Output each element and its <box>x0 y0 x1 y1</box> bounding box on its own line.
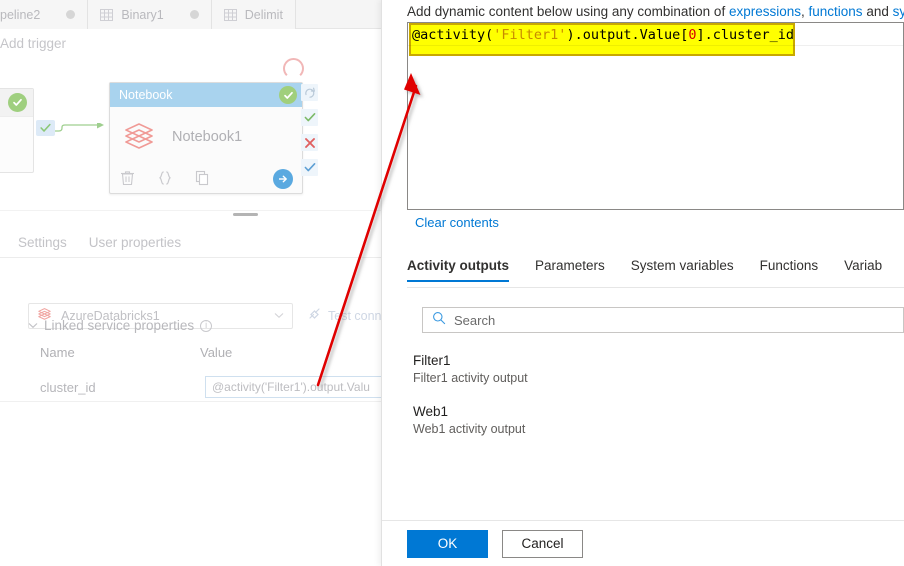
cancel-button[interactable]: Cancel <box>502 529 583 558</box>
tab-user-properties[interactable]: User properties <box>89 235 181 250</box>
upstream-activity-card[interactable] <box>0 88 34 173</box>
on-completion-icon[interactable] <box>301 159 318 176</box>
tab-settings[interactable]: Settings <box>18 235 67 250</box>
tab-parameters[interactable]: Parameters <box>535 258 605 281</box>
activity-output-description: Filter1 activity output <box>413 371 528 386</box>
notebook-activity-name: Notebook1 <box>172 129 243 145</box>
editor-tab-strip: peline2 Binary1 Delimit <box>0 0 400 29</box>
editor-tab-pipeline2[interactable]: peline2 <box>0 0 89 29</box>
table-icon <box>100 8 114 21</box>
activity-outputs-list: Filter1 Filter1 activity output Web1 Web… <box>413 352 893 454</box>
linked-service-properties-table-header: Name Value <box>0 345 400 369</box>
notebook-activity-header: Notebook <box>110 83 302 107</box>
on-success-icon[interactable] <box>301 109 318 126</box>
on-failure-icon[interactable] <box>301 134 318 151</box>
dynamic-content-tabs: Activity outputs Parameters System varia… <box>407 258 904 288</box>
chevron-down-icon[interactable] <box>28 320 38 332</box>
editor-tab-label: Binary1 <box>121 7 164 22</box>
tab-variables[interactable]: Variab <box>844 258 882 281</box>
ok-button[interactable]: OK <box>407 529 488 558</box>
test-connection-label: Test conn <box>328 309 382 323</box>
editor-tab-label: Delimit <box>244 7 283 22</box>
column-header-name: Name <box>40 345 75 360</box>
panel-title-prefix: Add dynamic content below using any comb… <box>407 4 729 19</box>
panel-title-sep1: , <box>801 4 809 19</box>
code-braces-icon[interactable] <box>157 170 173 191</box>
linked-service-properties-header[interactable]: Linked service properties i <box>28 318 213 333</box>
activity-output-description: Web1 activity output <box>413 422 526 437</box>
editor-tab-delimited[interactable]: Delimit <box>211 0 296 29</box>
add-trigger-button[interactable]: Add trigger <box>0 36 66 51</box>
chevron-down-icon <box>274 311 284 322</box>
notebook-activity-actions <box>110 167 302 194</box>
activity-dependency-icons <box>301 84 321 184</box>
search-box[interactable]: Search <box>422 307 904 333</box>
column-header-value: Value <box>200 345 233 360</box>
activity-run-status-icon <box>283 58 304 79</box>
tab-system-variables[interactable]: System variables <box>631 258 734 281</box>
system-variables-link[interactable]: syste <box>893 4 904 19</box>
panel-drag-handle[interactable] <box>233 213 258 216</box>
copy-icon[interactable] <box>195 170 210 191</box>
arrow-right-icon[interactable] <box>273 169 293 189</box>
test-connection-button[interactable]: Test conn <box>307 307 382 325</box>
expressions-link[interactable]: expressions <box>729 4 801 19</box>
trash-icon[interactable] <box>120 170 135 191</box>
notebook-activity-card[interactable]: Notebook Notebook1 <box>109 82 303 194</box>
activity-output-name: Web1 <box>413 404 449 420</box>
activity-output-name: Filter1 <box>413 353 451 368</box>
table-icon <box>223 8 237 21</box>
panel-title: Add dynamic content below using any comb… <box>407 4 904 19</box>
functions-link[interactable]: functions <box>809 4 863 19</box>
screenshot-root: peline2 Binary1 Delimit Add trigger Note… <box>0 0 904 566</box>
databricks-icon <box>122 118 156 157</box>
notebook-activity-type-label: Notebook <box>119 88 173 102</box>
info-icon[interactable]: i <box>200 319 213 332</box>
tab-functions[interactable]: Functions <box>760 258 819 281</box>
clear-contents-link[interactable]: Clear contents <box>415 215 499 230</box>
retry-icon[interactable] <box>301 84 318 101</box>
editor-tab-label: peline2 <box>0 7 41 22</box>
panel-title-sep2: and <box>862 4 893 19</box>
unsaved-dot-icon <box>189 10 199 19</box>
add-dynamic-content-panel: Add dynamic content below using any comb… <box>381 0 904 566</box>
on-success-connector-icon[interactable] <box>36 120 55 136</box>
list-item[interactable]: Filter1 Filter1 activity output <box>413 352 893 387</box>
check-circle-icon <box>8 93 27 112</box>
activity-properties-tabs: Settings User properties <box>0 228 400 258</box>
list-item[interactable]: Web1 Web1 activity output <box>413 403 893 438</box>
linked-service-properties-title: Linked service properties <box>44 318 195 333</box>
unsaved-dot-icon <box>66 10 76 19</box>
notebook-activity-body: Notebook1 <box>110 107 302 167</box>
panel-separator <box>0 210 400 211</box>
search-icon <box>432 311 446 330</box>
editor-tab-binary1[interactable]: Binary1 <box>88 0 212 29</box>
search-input-placeholder: Search <box>454 312 496 328</box>
panel-footer: OK Cancel <box>382 520 904 566</box>
check-circle-icon <box>279 86 297 104</box>
pipeline-connector-line <box>55 123 104 132</box>
plug-icon <box>307 307 322 325</box>
property-name-cluster-id: cluster_id <box>40 380 96 395</box>
annotation-highlight-box <box>409 23 795 56</box>
tab-activity-outputs[interactable]: Activity outputs <box>407 258 510 282</box>
